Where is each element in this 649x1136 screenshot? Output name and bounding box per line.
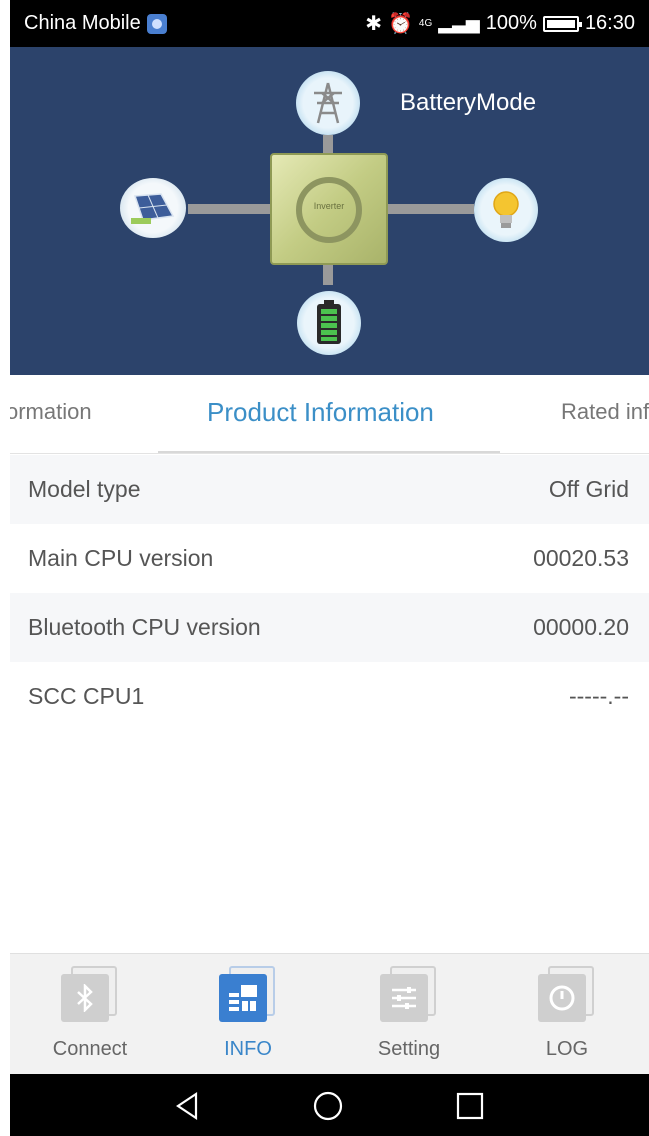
alarm-icon: ⏰ <box>388 13 413 35</box>
row-value: 00020.53 <box>533 545 629 571</box>
info-icon <box>219 966 277 1024</box>
nav-log[interactable]: LOG <box>507 966 627 1061</box>
nav-setting[interactable]: Setting <box>349 966 469 1061</box>
transmission-tower-icon[interactable] <box>296 71 360 135</box>
back-icon[interactable] <box>172 1090 204 1122</box>
battery-icon[interactable] <box>297 291 361 355</box>
screen-edge <box>0 0 10 1136</box>
carrier-name: China Mobile <box>24 12 141 34</box>
recents-icon[interactable] <box>454 1090 486 1122</box>
inverter-label: Inverter <box>313 201 345 211</box>
nav-label: LOG <box>545 1038 589 1060</box>
network-type: 4G <box>418 18 433 29</box>
active-tab-indicator <box>158 451 500 453</box>
list-item: SCC CPU1 -----.-- <box>10 662 649 731</box>
row-label: Bluetooth CPU version <box>28 614 261 640</box>
bottom-navigation: Connect INFO Setting LOG <box>10 953 649 1074</box>
wire-load <box>388 204 474 214</box>
tab-general-information[interactable]: ormation <box>10 399 92 425</box>
clock: 16:30 <box>584 12 635 34</box>
nav-info[interactable]: INFO <box>188 966 308 1061</box>
row-value: Off Grid <box>548 476 629 502</box>
row-value: 00000.20 <box>533 614 629 640</box>
info-tabs: ormation Product Information Rated inf <box>10 375 649 454</box>
solar-panel-icon[interactable] <box>120 178 186 238</box>
wire-battery <box>323 263 333 285</box>
nav-label: Setting <box>377 1038 441 1060</box>
row-value: -----.-- <box>568 683 629 709</box>
nav-label: INFO <box>224 1038 272 1060</box>
row-label: Main CPU version <box>28 545 214 571</box>
log-power-icon <box>538 966 596 1024</box>
settings-sliders-icon <box>380 966 438 1024</box>
mode-label: BatteryMode <box>400 89 537 116</box>
bluetooth-icon <box>61 966 119 1024</box>
row-label: Model type <box>28 476 141 502</box>
list-item: Bluetooth CPU version 00000.20 <box>10 593 649 662</box>
battery-percent: 100% <box>485 12 537 34</box>
wire-solar <box>188 204 272 214</box>
list-item: Model type Off Grid <box>10 455 649 524</box>
system-navigation-bar <box>10 1074 649 1136</box>
nav-connect[interactable]: Connect <box>30 966 150 1061</box>
home-icon[interactable] <box>312 1090 344 1122</box>
battery-status-icon <box>542 15 582 32</box>
bluetooth-status-icon: ✱ <box>365 13 382 35</box>
tab-rated-information[interactable]: Rated inf <box>561 399 649 425</box>
row-label: SCC CPU1 <box>28 683 145 709</box>
signal-icon: ▂▃▅ <box>438 13 480 33</box>
product-info-list: Model type Off Grid Main CPU version 000… <box>10 455 649 731</box>
tab-product-information[interactable]: Product Information <box>207 397 434 428</box>
notification-app-icon <box>146 13 167 34</box>
energy-flow-diagram: BatteryMode Inverter <box>10 47 649 375</box>
list-item: Main CPU version 00020.53 <box>10 524 649 593</box>
nav-label: Connect <box>52 1038 128 1060</box>
inverter-unit[interactable]: Inverter <box>270 153 388 265</box>
light-bulb-icon[interactable] <box>474 178 538 242</box>
status-bar: China Mobile ✱ ⏰ 4G ▂▃▅ 100% 16:30 <box>10 0 649 47</box>
